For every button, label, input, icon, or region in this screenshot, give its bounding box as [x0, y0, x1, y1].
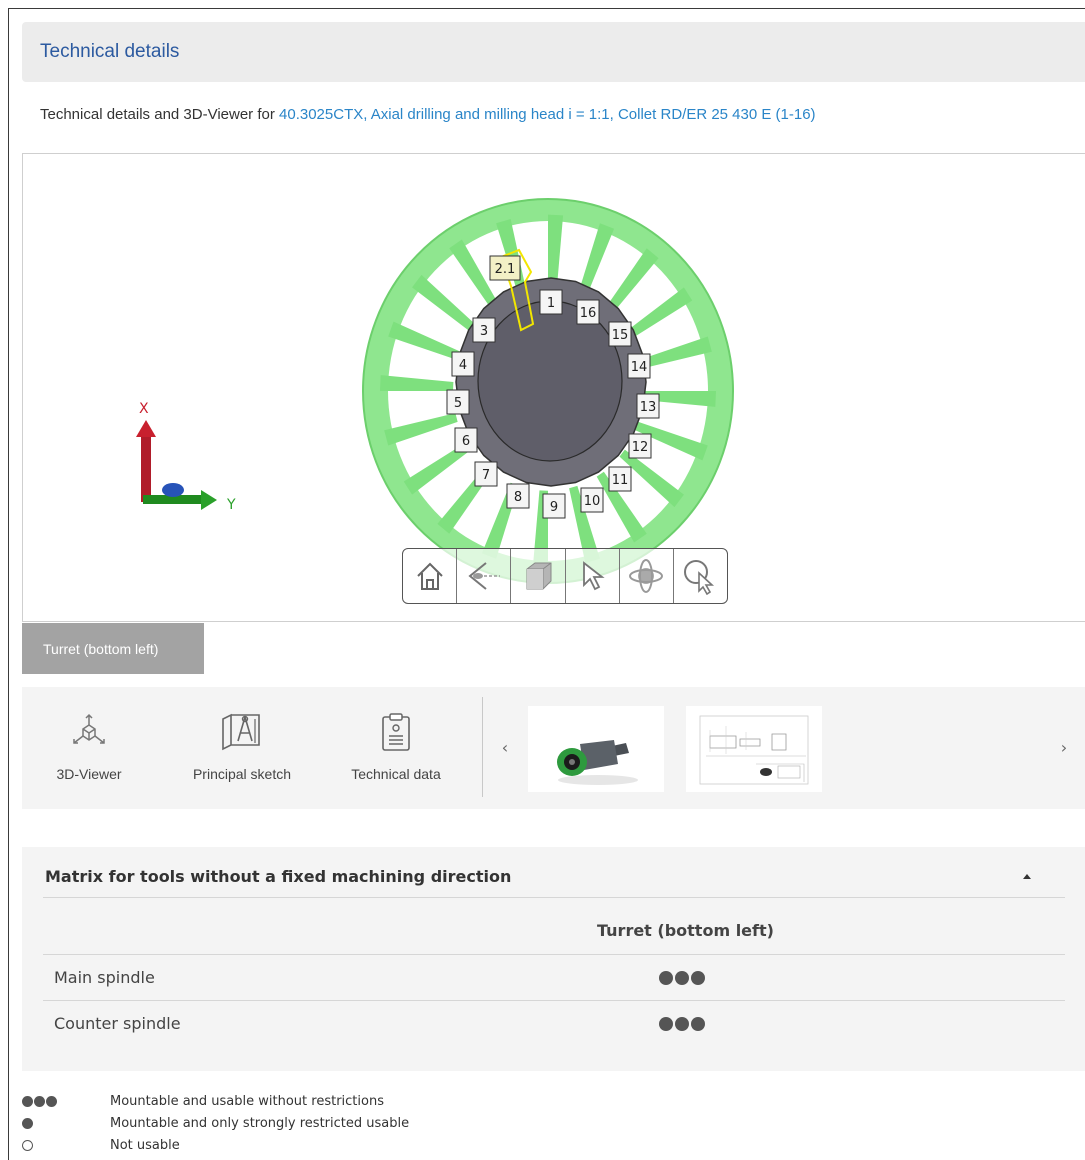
view-direction-icon[interactable] — [457, 549, 512, 603]
legend-item: Not usable — [22, 1138, 180, 1153]
media-technical-data[interactable]: Technical data — [336, 687, 456, 809]
sketch-icon — [219, 711, 265, 755]
media-3d-viewer-label: 3D-Viewer — [56, 766, 122, 782]
station-label: 4 — [459, 358, 467, 373]
station-label: 10 — [584, 494, 601, 509]
media-divider — [482, 697, 483, 797]
media-strip: 3D-Viewer Principal sketch Technical dat… — [22, 687, 1085, 809]
station-label: 3 — [480, 324, 488, 339]
zoom-select-icon[interactable] — [674, 549, 727, 603]
z-axis-marker — [162, 483, 184, 497]
matrix-rule — [43, 954, 1065, 955]
station-label: 16 — [580, 306, 597, 321]
one-dot-icon — [22, 1118, 110, 1129]
rating-dots — [659, 1017, 705, 1031]
station-label: 1 — [547, 296, 555, 311]
3d-viewer[interactable]: 2.1 1 16 15 14 13 12 11 10 9 8 7 6 5 4 3 X Y — [22, 153, 1085, 622]
media-principal-sketch[interactable]: Principal sketch — [178, 687, 306, 809]
rating-dot — [675, 1017, 689, 1031]
clipboard-icon — [378, 711, 414, 757]
x-axis-arrowhead — [136, 420, 156, 437]
station-label: 8 — [514, 490, 522, 505]
section-header[interactable]: Technical details — [22, 22, 1085, 82]
rating-dot — [691, 1017, 705, 1031]
x-axis-shaft — [141, 434, 151, 502]
three-dots-icon — [22, 1096, 110, 1107]
hollow-dot-icon — [22, 1140, 110, 1151]
product-link[interactable]: 40.3025CTX, Axial drilling and milling h… — [279, 106, 816, 123]
axis-triad: X Y — [136, 401, 236, 513]
tab-turret-bottom-left[interactable]: Turret (bottom left) — [22, 623, 204, 674]
3d-axes-icon — [69, 711, 109, 755]
station-label: 6 — [462, 434, 470, 449]
legend-text: Not usable — [110, 1138, 180, 1153]
station-label: 2.1 — [495, 262, 516, 277]
prev-button[interactable]: ‹ — [496, 735, 514, 759]
matrix-row-label: Counter spindle — [54, 1014, 181, 1033]
rating-dot — [659, 971, 673, 985]
chevron-up-icon[interactable] — [1022, 871, 1032, 881]
home-icon[interactable] — [403, 549, 458, 603]
rating-dots — [659, 971, 705, 985]
viewer-toolbar — [402, 548, 728, 604]
legend-item: Mountable and usable without restriction… — [22, 1094, 384, 1109]
matrix-rule — [43, 1000, 1065, 1001]
media-principal-sketch-label: Principal sketch — [192, 766, 292, 782]
legend-text: Mountable and usable without restriction… — [110, 1094, 384, 1109]
station-label: 15 — [612, 328, 629, 343]
sketch-image — [699, 715, 809, 785]
rating-dot — [659, 1017, 673, 1031]
intro-prefix: Technical details and 3D-Viewer for — [40, 106, 280, 123]
station-label: 14 — [631, 360, 648, 375]
station-label: 11 — [612, 473, 629, 488]
intro-text: Technical details and 3D-Viewer for 40.3… — [40, 106, 816, 123]
product-thumbnail[interactable] — [528, 706, 664, 792]
rating-dot — [691, 971, 705, 985]
y-axis-label: Y — [226, 497, 236, 513]
cube-icon[interactable] — [511, 549, 566, 603]
legend-item: Mountable and only strongly restricted u… — [22, 1116, 409, 1131]
matrix-title: Matrix for tools without a fixed machini… — [45, 867, 512, 886]
legend-text: Mountable and only strongly restricted u… — [110, 1116, 410, 1131]
y-axis-arrowhead — [201, 490, 217, 510]
station-label: 7 — [482, 468, 490, 483]
station-label: 5 — [454, 396, 462, 411]
matrix-row-label: Main spindle — [54, 968, 155, 987]
rating-dot — [675, 971, 689, 985]
product-image — [557, 740, 638, 785]
matrix-panel: Matrix for tools without a fixed machini… — [22, 847, 1085, 1071]
orbit-icon[interactable] — [620, 549, 674, 603]
next-button[interactable]: › — [1055, 735, 1073, 759]
disc-center — [477, 300, 623, 462]
section-title: Technical details — [40, 41, 180, 62]
station-label: 13 — [640, 400, 657, 415]
station-label: 12 — [632, 440, 649, 455]
station-label: 9 — [550, 500, 558, 515]
matrix-rule — [43, 897, 1065, 898]
select-pointer-icon[interactable] — [566, 549, 620, 603]
x-axis-label: X — [139, 401, 149, 417]
matrix-column-header: Turret (bottom left) — [597, 921, 774, 940]
media-3d-viewer[interactable]: 3D-Viewer — [32, 687, 146, 809]
media-technical-data-label: Technical data — [351, 766, 441, 782]
sketch-thumbnail[interactable] — [686, 706, 822, 792]
